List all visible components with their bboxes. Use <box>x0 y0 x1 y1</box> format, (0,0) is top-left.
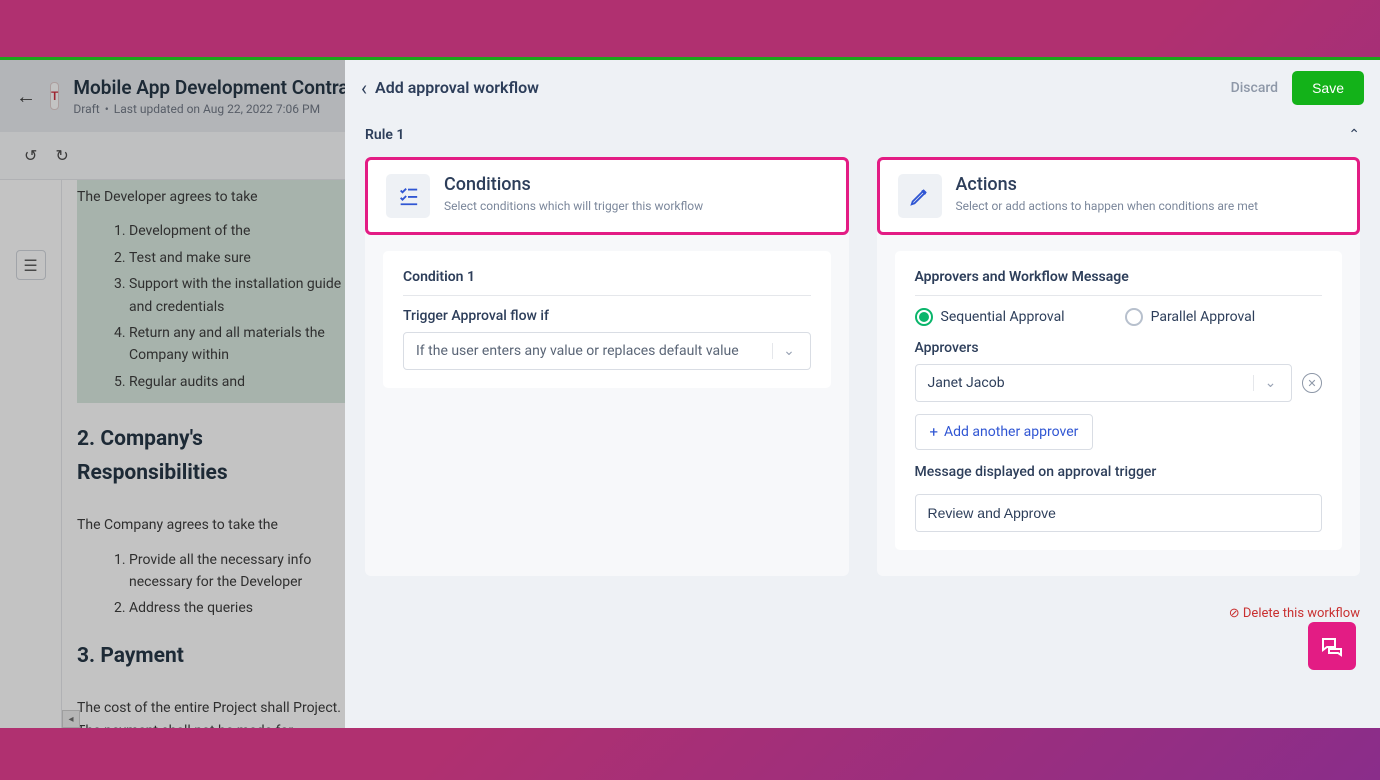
intro-text: The Developer agrees to take <box>77 186 345 208</box>
approval-type-radio-group: Sequential Approval Parallel Approval <box>915 308 1323 326</box>
conditions-header: Conditions Select conditions which will … <box>365 157 849 235</box>
trigger-label: Trigger Approval flow if <box>403 308 811 324</box>
outline-icon[interactable]: ☰ <box>16 250 46 280</box>
left-sidebar: ☰ <box>0 180 62 728</box>
section-heading: 3. Payment <box>77 640 345 674</box>
approver-value: Janet Jacob <box>928 375 1005 391</box>
chevron-down-icon: ⌄ <box>1253 375 1279 391</box>
document-title: Mobile App Development Contract <box>73 76 365 99</box>
discard-button[interactable]: Discard <box>1231 80 1278 96</box>
undo-icon[interactable]: ↺ <box>24 146 37 165</box>
drawer-title: Add approval workflow <box>375 78 539 97</box>
document-subtitle: Draft•Last updated on Aug 22, 2022 7:06 … <box>73 102 365 116</box>
section-heading: 2. Company's Responsibilities <box>77 423 345 490</box>
trigger-value: If the user enters any value or replaces… <box>416 343 739 359</box>
editor-toolbar: ↺ ↻ <box>0 132 345 180</box>
actions-header: Actions Select or add actions to happen … <box>877 157 1361 235</box>
drawer-body: Rule 1 ⌃ Conditions Select conditions wh… <box>345 115 1380 728</box>
plus-icon: + <box>930 423 939 441</box>
add-approver-button[interactable]: + Add another approver <box>915 414 1094 450</box>
list-item: Support with the installation guide and … <box>129 273 345 318</box>
doc-status: Draft <box>73 102 99 116</box>
actions-subtitle: Select or add actions to happen when con… <box>956 199 1259 213</box>
message-input[interactable] <box>915 494 1323 532</box>
rule-label: Rule 1 <box>365 127 404 143</box>
message-label: Message displayed on approval trigger <box>915 464 1323 480</box>
actions-panel: Actions Select or add actions to happen … <box>877 157 1361 576</box>
list-item: Test and make sure <box>129 247 345 269</box>
sequential-label: Sequential Approval <box>941 309 1065 325</box>
checklist-icon <box>386 174 430 218</box>
save-button[interactable]: Save <box>1292 71 1364 105</box>
list-item: Address the queries <box>129 597 345 619</box>
delete-workflow-link[interactable]: Delete this workflow <box>1229 606 1360 621</box>
approver-select[interactable]: Janet Jacob ⌄ <box>915 364 1293 402</box>
doc-updated: Last updated on Aug 22, 2022 7:06 PM <box>114 102 320 116</box>
workflow-drawer: ‹ Add approval workflow Discard Save Rul… <box>345 60 1380 728</box>
document-header: ← T Mobile App Development Contract Draf… <box>0 60 345 132</box>
parallel-radio[interactable]: Parallel Approval <box>1125 308 1256 326</box>
condition-card: Condition 1 Trigger Approval flow if If … <box>383 251 831 388</box>
chat-fab[interactable] <box>1308 622 1356 670</box>
list-item: Development of the <box>129 220 345 242</box>
app-frame: ← T Mobile App Development Contract Draf… <box>0 57 1380 728</box>
payment-text: The cost of the entire Project shall Pro… <box>77 697 345 728</box>
pencil-icon <box>898 174 942 218</box>
template-badge: T <box>50 82 59 110</box>
list-item: Return any and all materials the Company… <box>129 322 345 367</box>
conditions-subtitle: Select conditions which will trigger thi… <box>444 199 703 213</box>
conditions-title: Conditions <box>444 174 703 195</box>
back-arrow-icon[interactable]: ← <box>16 84 36 109</box>
parallel-label: Parallel Approval <box>1151 309 1256 325</box>
chevron-up-icon[interactable]: ⌃ <box>1348 127 1360 143</box>
list-item: Regular audits and <box>129 371 345 393</box>
trigger-select[interactable]: If the user enters any value or replaces… <box>403 332 811 370</box>
approvers-card-title: Approvers and Workflow Message <box>915 269 1323 285</box>
company-list: Provide all the necessary info necessary… <box>77 549 345 620</box>
approvers-label: Approvers <box>915 340 1323 356</box>
actions-title: Actions <box>956 174 1259 195</box>
conditions-panel: Conditions Select conditions which will … <box>365 157 849 576</box>
add-approver-label: Add another approver <box>944 424 1078 440</box>
chevron-down-icon: ⌄ <box>772 343 798 359</box>
sequential-radio[interactable]: Sequential Approval <box>915 308 1065 326</box>
highlighted-block: The Developer agrees to take Development… <box>77 180 345 403</box>
scroll-left-icon[interactable]: ◂ <box>62 710 80 728</box>
document-body: The Developer agrees to take Development… <box>62 180 345 728</box>
redo-icon[interactable]: ↻ <box>55 146 68 165</box>
list-item: Provide all the necessary info necessary… <box>129 549 345 594</box>
doc-title-block: Mobile App Development Contract Draft•La… <box>73 76 365 116</box>
condition-card-title: Condition 1 <box>403 269 811 285</box>
chevron-left-icon[interactable]: ‹ <box>361 76 367 100</box>
section-intro: The Company agrees to take the <box>77 514 345 536</box>
dev-responsibilities-list: Development of the Test and make sure Su… <box>77 220 345 393</box>
approvers-card: Approvers and Workflow Message Sequentia… <box>895 251 1343 550</box>
drawer-header: ‹ Add approval workflow Discard Save <box>345 60 1380 115</box>
remove-approver-icon[interactable]: ✕ <box>1302 373 1322 393</box>
